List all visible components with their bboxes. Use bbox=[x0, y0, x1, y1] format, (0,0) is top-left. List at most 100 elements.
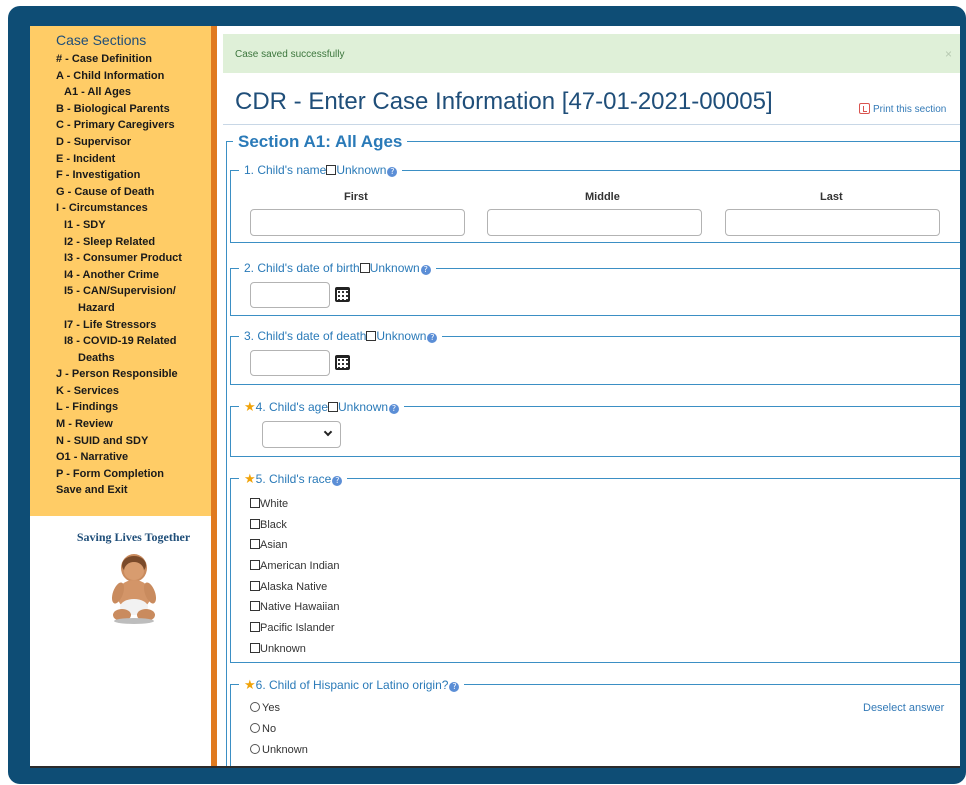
baby-logo-image bbox=[30, 549, 211, 629]
print-section-link[interactable]: Print this section bbox=[859, 103, 946, 115]
section-title: Section A1: All Ages bbox=[233, 132, 408, 152]
sidebar-item-all-ages[interactable]: A1 - All Ages bbox=[30, 84, 211, 101]
race-label: Native Hawaiian bbox=[260, 601, 340, 613]
unknown-checkbox[interactable] bbox=[328, 402, 338, 412]
sidebar-item-biological-parents[interactable]: B - Biological Parents bbox=[30, 101, 211, 118]
race-option-white[interactable]: White bbox=[250, 498, 288, 510]
close-icon[interactable]: × bbox=[945, 47, 952, 61]
sidebar-divider bbox=[211, 26, 217, 768]
middle-name-header: Middle bbox=[585, 191, 620, 203]
hispanic-option-no[interactable]: No bbox=[250, 723, 276, 735]
sidebar-item-can-supervision-hazard[interactable]: I5 - CAN/Supervision/ Hazard bbox=[30, 283, 200, 316]
help-icon[interactable]: ? bbox=[389, 404, 400, 414]
age-select[interactable] bbox=[262, 421, 341, 448]
radio-button[interactable] bbox=[250, 744, 260, 754]
brand-tagline: Saving Lives Together bbox=[76, 530, 191, 544]
question-label: 3. Child's date of death bbox=[244, 329, 367, 343]
radio-button[interactable] bbox=[250, 702, 260, 712]
help-icon[interactable]: ? bbox=[420, 265, 431, 275]
race-checkbox[interactable] bbox=[250, 519, 260, 529]
star-icon: ★ bbox=[244, 471, 256, 486]
race-label: Alaska Native bbox=[260, 581, 328, 593]
question-legend: 1. Child's name Unknown? bbox=[239, 163, 403, 177]
race-checkbox[interactable] bbox=[250, 601, 260, 611]
sidebar-item-form-completion[interactable]: P - Form Completion bbox=[30, 466, 211, 483]
sidebar-item-sleep-related[interactable]: I2 - Sleep Related bbox=[30, 234, 211, 251]
question-date-of-birth: 2. Child's date of birth Unknown? bbox=[230, 261, 960, 316]
sidebar-item-incident[interactable]: E - Incident bbox=[30, 151, 211, 168]
race-checkbox[interactable] bbox=[250, 643, 260, 653]
sidebar-item-investigation[interactable]: F - Investigation bbox=[30, 167, 211, 184]
date-of-death-input[interactable] bbox=[250, 350, 330, 376]
last-name-input[interactable] bbox=[725, 209, 940, 236]
race-checkbox[interactable] bbox=[250, 581, 260, 591]
deselect-answer-link[interactable]: Deselect answer bbox=[863, 702, 944, 714]
sidebar-item-label-cont: Deaths bbox=[78, 351, 115, 364]
race-option-unknown[interactable]: Unknown bbox=[250, 643, 306, 655]
first-name-header: First bbox=[344, 191, 368, 203]
race-option-native-hawaiian[interactable]: Native Hawaiian bbox=[250, 601, 339, 613]
calendar-icon[interactable] bbox=[335, 355, 350, 370]
hispanic-option-yes[interactable]: Yes bbox=[250, 702, 280, 714]
help-icon[interactable]: ? bbox=[332, 476, 343, 486]
sidebar-item-findings[interactable]: L - Findings bbox=[30, 399, 211, 416]
race-option-pacific-islander[interactable]: Pacific Islander bbox=[250, 622, 335, 634]
sidebar-item-save-and-exit[interactable]: Save and Exit bbox=[30, 482, 211, 499]
main-content: Case saved successfully × CDR - Enter Ca… bbox=[223, 26, 960, 768]
help-icon[interactable]: ? bbox=[387, 167, 398, 177]
sidebar-item-supervisor[interactable]: D - Supervisor bbox=[30, 134, 211, 151]
race-checkbox[interactable] bbox=[250, 498, 260, 508]
sidebar: Case Sections # - Case Definition A - Ch… bbox=[30, 26, 211, 768]
sidebar-item-narrative[interactable]: O1 - Narrative bbox=[30, 449, 211, 466]
sidebar-item-life-stressors[interactable]: I7 - Life Stressors bbox=[30, 317, 211, 334]
question-hispanic-origin: ★6. Child of Hispanic or Latino origin??… bbox=[230, 677, 960, 768]
sidebar-item-suid-sdy[interactable]: N - SUID and SDY bbox=[30, 433, 211, 450]
radio-label: Yes bbox=[262, 702, 280, 714]
date-of-birth-input[interactable] bbox=[250, 282, 330, 308]
race-checkbox[interactable] bbox=[250, 622, 260, 632]
sidebar-item-person-responsible[interactable]: J - Person Responsible bbox=[30, 366, 211, 383]
sidebar-item-label-cont: Hazard bbox=[78, 301, 115, 314]
radio-button[interactable] bbox=[250, 723, 260, 733]
last-name-header: Last bbox=[820, 191, 843, 203]
hispanic-option-unknown[interactable]: Unknown bbox=[250, 744, 308, 756]
question-legend: 2. Child's date of birth Unknown? bbox=[239, 261, 436, 275]
sidebar-item-primary-caregivers[interactable]: C - Primary Caregivers bbox=[30, 117, 211, 134]
unknown-label: Unknown bbox=[369, 261, 420, 275]
help-icon[interactable]: ? bbox=[449, 682, 460, 692]
first-name-input[interactable] bbox=[250, 209, 465, 236]
sidebar-item-child-information[interactable]: A - Child Information bbox=[30, 68, 211, 85]
unknown-label: Unknown bbox=[338, 400, 389, 414]
title-divider bbox=[223, 124, 960, 125]
question-label: 5. Child's race bbox=[255, 472, 332, 486]
middle-name-input[interactable] bbox=[487, 209, 702, 236]
race-label: American Indian bbox=[260, 560, 340, 572]
star-icon: ★ bbox=[244, 399, 256, 414]
calendar-icon[interactable] bbox=[335, 287, 350, 302]
question-label: 4. Child's age bbox=[255, 400, 328, 414]
sidebar-item-sdy[interactable]: I1 - SDY bbox=[30, 217, 211, 234]
help-icon[interactable]: ? bbox=[427, 333, 438, 343]
unknown-checkbox[interactable] bbox=[359, 263, 370, 273]
race-option-black[interactable]: Black bbox=[250, 519, 287, 531]
unknown-checkbox[interactable] bbox=[326, 165, 337, 175]
question-childs-name: 1. Child's name Unknown? First Middle Las… bbox=[230, 163, 960, 243]
race-option-american-indian[interactable]: American Indian bbox=[250, 560, 340, 572]
sidebar-item-services[interactable]: K - Services bbox=[30, 383, 211, 400]
sidebar-item-consumer-product[interactable]: I3 - Consumer Product bbox=[30, 250, 211, 267]
unknown-checkbox[interactable] bbox=[366, 331, 377, 341]
race-option-asian[interactable]: Asian bbox=[250, 539, 288, 551]
radio-label: No bbox=[262, 723, 277, 735]
question-label: 2. Child's date of birth bbox=[244, 261, 360, 275]
sidebar-item-case-definition[interactable]: # - Case Definition bbox=[30, 51, 211, 68]
sidebar-item-review[interactable]: M - Review bbox=[30, 416, 211, 433]
race-checkbox[interactable] bbox=[250, 560, 260, 570]
question-legend: ★4. Child's age Unknown? bbox=[239, 399, 405, 415]
sidebar-item-another-crime[interactable]: I4 - Another Crime bbox=[30, 267, 211, 284]
question-label: 1. Child's name bbox=[244, 163, 327, 177]
sidebar-item-cause-of-death[interactable]: G - Cause of Death bbox=[30, 184, 211, 201]
race-checkbox[interactable] bbox=[250, 539, 260, 549]
sidebar-item-circumstances[interactable]: I - Circumstances bbox=[30, 200, 211, 217]
race-option-alaska-native[interactable]: Alaska Native bbox=[250, 581, 327, 593]
sidebar-item-covid-related-deaths[interactable]: I8 - COVID-19 Related Deaths bbox=[30, 333, 200, 366]
